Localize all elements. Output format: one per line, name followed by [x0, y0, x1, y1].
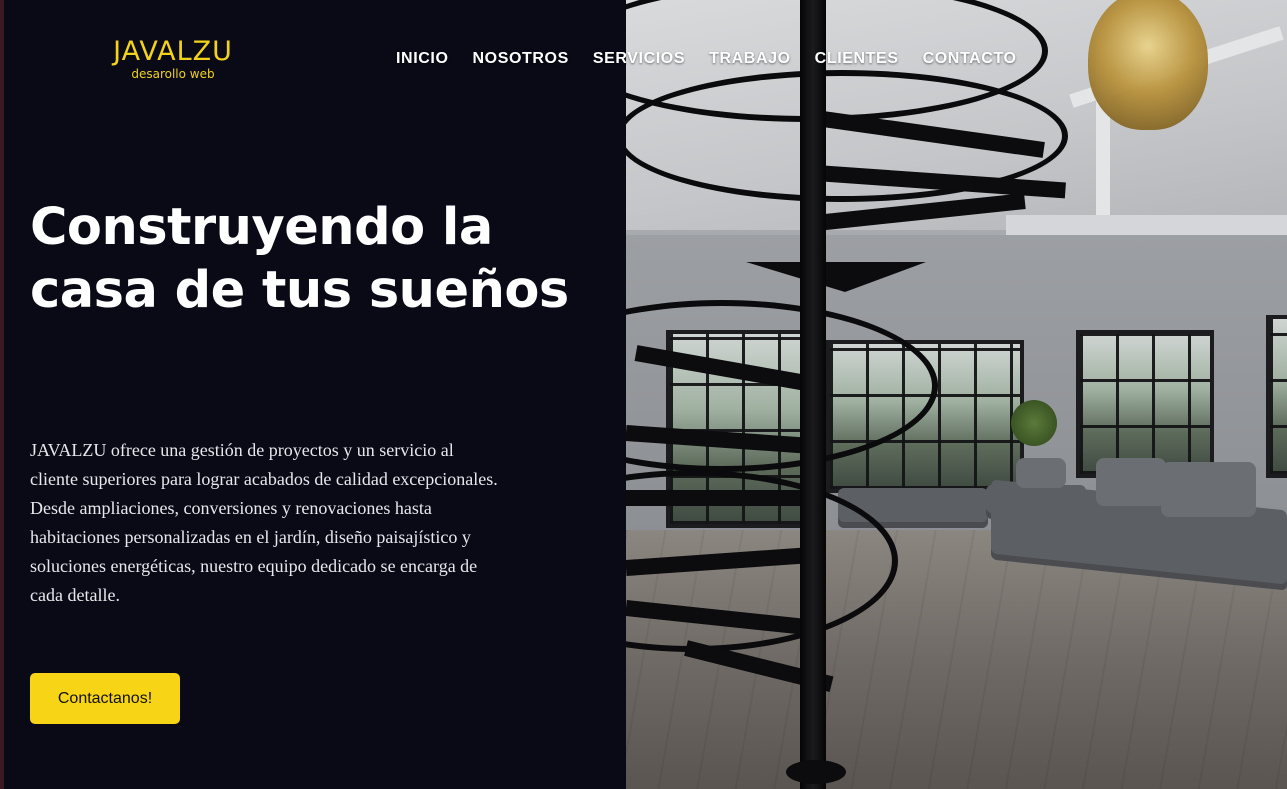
- logo-tagline: desarollo web: [131, 67, 215, 81]
- stair-base: [786, 760, 846, 784]
- hero-description: JAVALZU ofrece una gestión de proyectos …: [30, 440, 498, 605]
- hero-title: Construyendo la casa de tus sueños: [30, 198, 569, 320]
- logo-name: JAVALZU: [113, 36, 233, 67]
- landing-page: JAVALZU desarollo web INICIO NOSOTROS SE…: [0, 0, 1287, 789]
- chandelier: [1088, 0, 1208, 130]
- cushion: [1096, 458, 1166, 506]
- cushion: [1161, 462, 1256, 517]
- nav-inicio[interactable]: INICIO: [396, 50, 449, 68]
- stair-pole: [800, 0, 826, 789]
- stair-step: [626, 490, 816, 506]
- cushion: [1016, 458, 1066, 488]
- nav-servicios[interactable]: SERVICIOS: [593, 50, 685, 68]
- nav-trabajo[interactable]: TRABAJO: [709, 50, 791, 68]
- plant: [1011, 400, 1057, 446]
- logo[interactable]: JAVALZU desarollo web: [106, 36, 240, 80]
- contact-button[interactable]: Contactanos!: [30, 673, 180, 724]
- nav-contacto[interactable]: CONTACTO: [923, 50, 1017, 68]
- window: [1076, 330, 1214, 478]
- nav-clientes[interactable]: CLIENTES: [815, 50, 899, 68]
- main-nav: INICIO NOSOTROS SERVICIOS TRABAJO CLIENT…: [396, 50, 1041, 68]
- window: [1266, 315, 1287, 478]
- nav-nosotros[interactable]: NOSOTROS: [473, 50, 569, 68]
- page-edge: [0, 0, 4, 789]
- hero-image: [626, 0, 1287, 789]
